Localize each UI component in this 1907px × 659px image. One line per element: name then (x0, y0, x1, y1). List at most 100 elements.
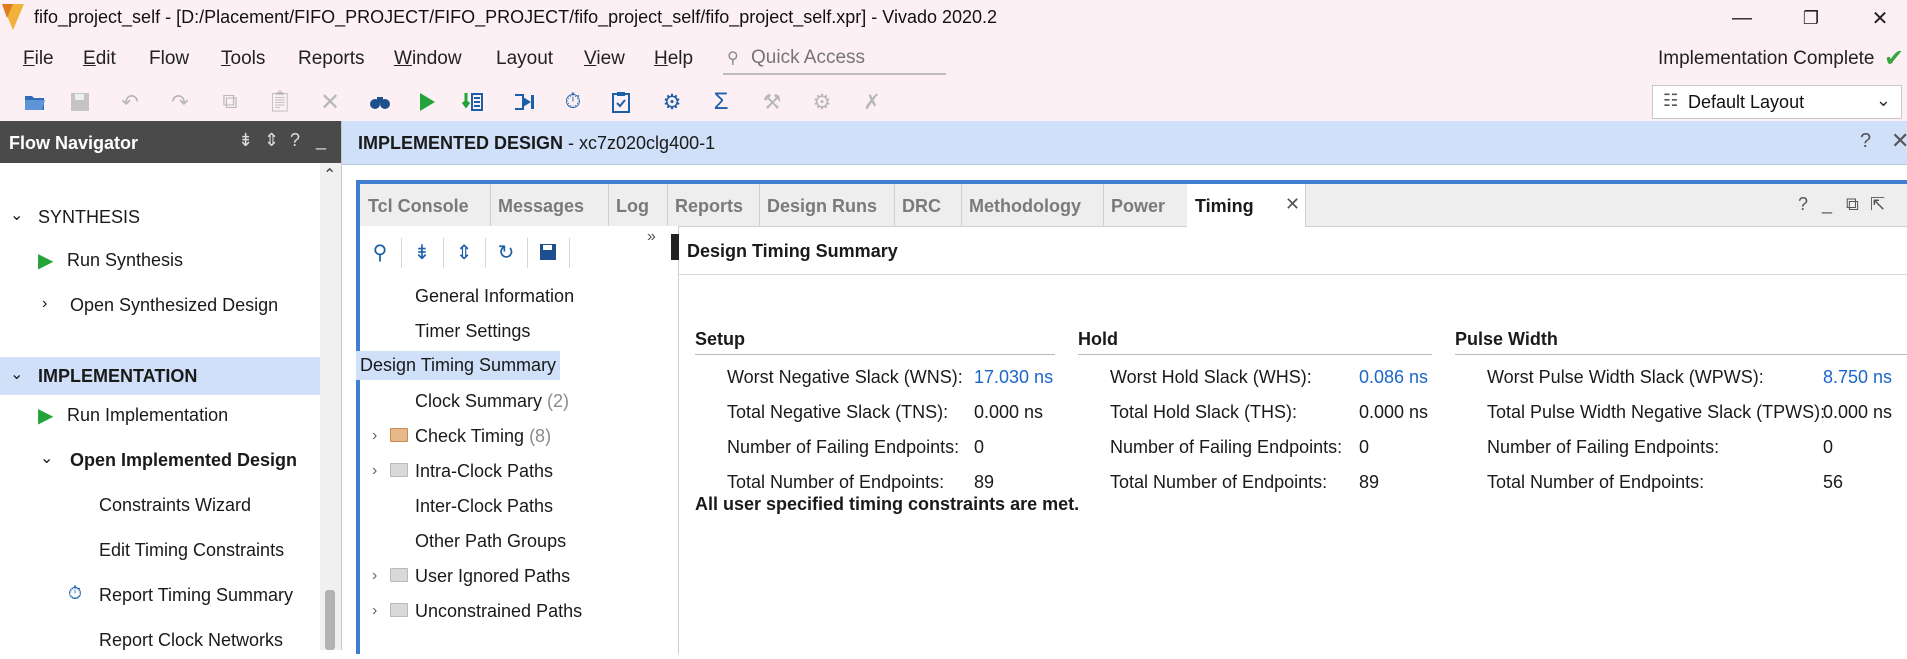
menu-tools[interactable]: Tools (221, 48, 265, 70)
redo-icon[interactable]: ↷ (165, 87, 195, 117)
tab-methodology[interactable]: Methodology (961, 184, 1104, 226)
timer-icon[interactable]: ⏱ (558, 87, 588, 117)
flow-navigator-scrollbar[interactable]: ⌃ (320, 163, 341, 650)
minimize-panel-icon[interactable]: _ (316, 130, 326, 151)
separator (527, 238, 528, 268)
folder-icon (390, 568, 408, 582)
disabled-tool-3-icon[interactable]: ✗ (857, 87, 887, 117)
menu-edit[interactable]: Edit (83, 48, 116, 70)
nav-edit-timing-constraints[interactable]: Edit Timing Constraints (0, 531, 320, 569)
tree-other-path-groups[interactable]: Other Path Groups (360, 525, 678, 560)
nav-run-implementation[interactable]: ▶ Run Implementation (0, 396, 320, 434)
menu-help[interactable]: Help (654, 48, 693, 70)
nav-synthesis-section[interactable]: ⌄ SYNTHESIS (0, 198, 320, 236)
tree-timer-settings[interactable]: Timer Settings (360, 315, 678, 350)
minimize-button[interactable]: — (1712, 0, 1772, 36)
layout-select[interactable]: ☷ Default Layout ⌄ (1652, 85, 1902, 119)
overflow-icon[interactable]: » (647, 228, 656, 246)
disabled-tool-2-icon[interactable]: ⚙ (807, 87, 837, 117)
tree-clock-summary[interactable]: Clock Summary (2) (360, 385, 678, 420)
nav-constraints-wizard[interactable]: Constraints Wizard (0, 486, 320, 524)
undo-icon[interactable]: ↶ (115, 87, 145, 117)
chevron-right-icon[interactable]: › (372, 602, 377, 620)
tree-general-information[interactable]: General Information (360, 280, 678, 315)
nav-run-synthesis[interactable]: ▶ Run Synthesis (0, 241, 320, 279)
delete-icon[interactable]: ✕ (315, 87, 345, 117)
disabled-tool-1-icon[interactable]: ⚒ (757, 87, 787, 117)
help-icon[interactable]: ? (1798, 194, 1808, 215)
help-icon[interactable]: ? (1860, 130, 1871, 153)
tab-reports[interactable]: Reports (667, 184, 760, 226)
sigma-icon[interactable]: Σ (706, 87, 736, 117)
settings-gear-icon[interactable]: ⚙ (657, 87, 687, 117)
save-icon[interactable] (65, 87, 95, 117)
menu-window[interactable]: Window (394, 48, 462, 70)
open-project-icon[interactable] (20, 87, 50, 117)
quick-access-box[interactable]: ⚲ (723, 43, 946, 75)
nav-open-implemented-design[interactable]: ⌄ Open Implemented Design (0, 441, 320, 479)
chevron-right-icon[interactable]: › (372, 427, 377, 445)
save-icon[interactable] (534, 238, 562, 266)
tab-drc[interactable]: DRC (894, 184, 962, 226)
restore-button[interactable]: ❐ (1781, 0, 1841, 36)
menu-flow[interactable]: Flow (149, 48, 189, 70)
find-icon[interactable] (365, 87, 395, 117)
nav-open-synthesized-design[interactable]: › Open Synthesized Design (0, 286, 320, 324)
wpws-value-link[interactable]: 8.750 ns (1823, 367, 1892, 388)
menu-file[interactable]: File (23, 48, 54, 70)
help-icon[interactable]: ? (290, 130, 300, 151)
nav-report-clock-networks[interactable]: Report Clock Networks (0, 621, 320, 659)
scrollbar-thumb[interactable] (325, 590, 335, 650)
wns-value-link[interactable]: 17.030 ns (974, 367, 1053, 388)
program-device-icon[interactable] (509, 87, 539, 117)
menu-layout[interactable]: Layout (496, 48, 553, 70)
implementation-status: Implementation Complete (1658, 48, 1875, 69)
ths-value: 0.000 ns (1359, 402, 1429, 422)
paste-icon[interactable]: 📋︎ (265, 87, 295, 117)
collapse-all-icon[interactable]: ⇟ (238, 130, 253, 151)
timer-icon: ⏱ (68, 583, 83, 603)
refresh-icon[interactable]: ↻ (492, 238, 520, 266)
restore-panel-icon[interactable]: ⧉ (1846, 194, 1859, 215)
float-panel-icon[interactable]: ⇱ (1870, 194, 1885, 215)
tab-messages[interactable]: Messages (490, 184, 609, 226)
tab-log[interactable]: Log (608, 184, 668, 226)
tree-unconstrained-paths[interactable]: › Unconstrained Paths (360, 595, 678, 630)
tab-power[interactable]: Power (1103, 184, 1188, 226)
run-icon[interactable] (412, 87, 442, 117)
nav-report-timing-summary[interactable]: ⏱ Report Timing Summary (0, 576, 320, 614)
quick-access-input[interactable] (749, 44, 943, 72)
scroll-up-icon[interactable]: ⌃ (323, 165, 336, 185)
tree-inter-clock-paths[interactable]: Inter-Clock Paths (360, 490, 678, 525)
step-icon[interactable] (458, 87, 488, 117)
tpws-value: 0.000 ns (1823, 402, 1893, 422)
menu-reports[interactable]: Reports (298, 48, 365, 70)
chevron-right-icon[interactable]: › (372, 567, 377, 585)
search-icon[interactable]: ⚲ (366, 238, 394, 266)
tab-tcl-console[interactable]: Tcl Console (360, 184, 491, 226)
close-window-button[interactable]: ✕ (1850, 0, 1907, 36)
setup-heading: Setup (695, 329, 746, 349)
nav-implementation-section[interactable]: ⌄ IMPLEMENTATION (0, 357, 320, 395)
close-icon[interactable]: ✕ (1891, 128, 1907, 154)
menu-view[interactable]: View (584, 48, 625, 70)
tree-design-timing-summary[interactable]: Design Timing Summary (356, 350, 678, 385)
constraints-met-message: All user specified timing constraints ar… (695, 494, 1080, 514)
tab-timing[interactable]: Timing ✕ (1187, 184, 1306, 227)
close-tab-icon[interactable]: ✕ (1285, 194, 1300, 215)
splitter-handle[interactable] (671, 234, 679, 260)
chevron-right-icon[interactable]: › (372, 462, 377, 480)
whs-value-link[interactable]: 0.086 ns (1359, 367, 1428, 388)
tree-check-timing[interactable]: › Check Timing (8) (360, 420, 678, 455)
minimize-panel-icon[interactable]: _ (1822, 194, 1832, 215)
hold-failing-label: Number of Failing Endpoints: (1110, 437, 1343, 457)
collapse-all-icon[interactable]: ⇟ (408, 238, 436, 266)
tree-intra-clock-paths[interactable]: › Intra-Clock Paths (360, 455, 678, 490)
expand-all-icon[interactable]: ⇕ (264, 130, 279, 151)
tab-design-runs[interactable]: Design Runs (759, 184, 895, 226)
checklist-icon[interactable] (606, 87, 636, 117)
separator (443, 238, 444, 268)
copy-icon[interactable]: ⧉ (215, 87, 245, 117)
expand-all-icon[interactable]: ⇕ (450, 238, 478, 266)
tree-user-ignored-paths[interactable]: › User Ignored Paths (360, 560, 678, 595)
